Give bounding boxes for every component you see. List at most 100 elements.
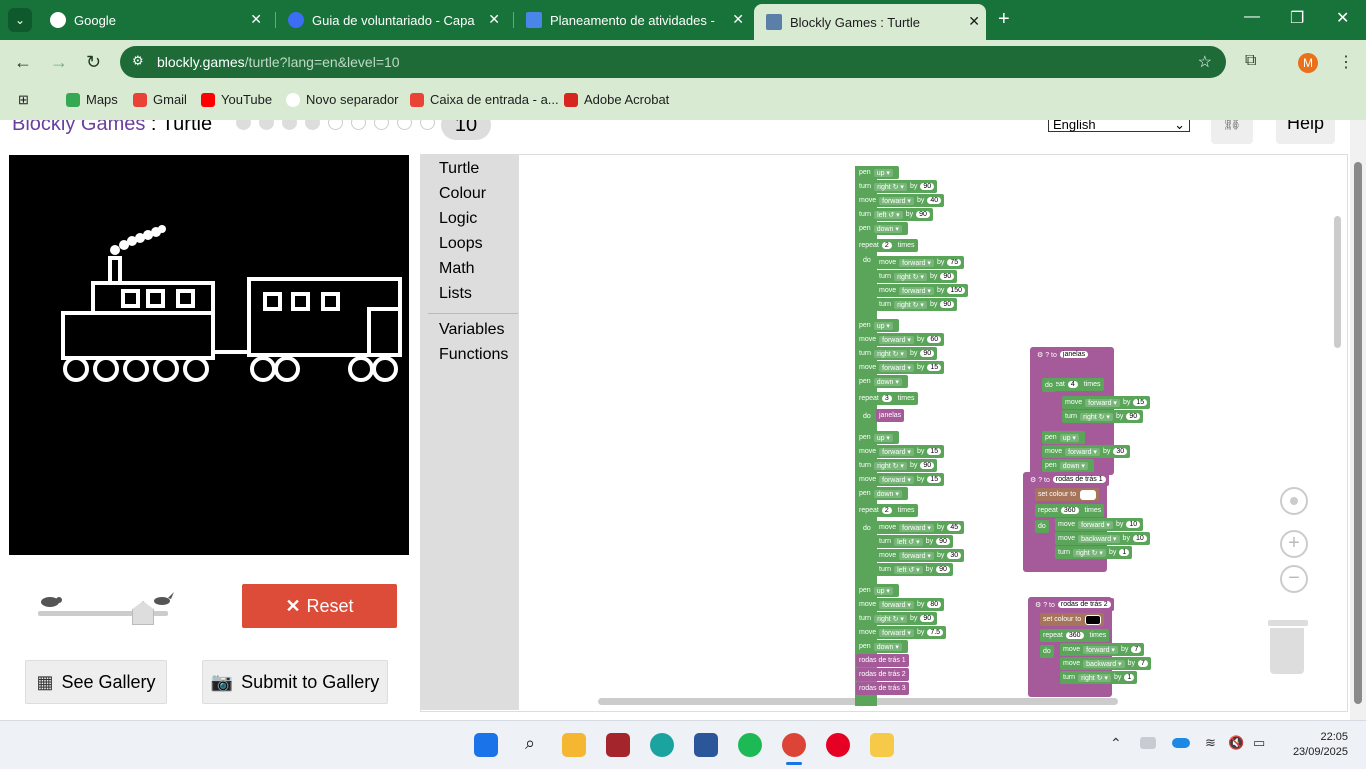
block-dropdown[interactable]: right ↻ ▾ <box>1078 673 1111 682</box>
block-turn[interactable]: turn right ↻ ▾ by 90 <box>876 270 958 283</box>
close-icon[interactable]: ✕ <box>250 11 262 28</box>
search-icon[interactable]: ⌕ <box>518 733 542 757</box>
block-dropdown[interactable]: forward ▾ <box>899 258 934 267</box>
block-rodas-de-trás-3[interactable]: rodas de trás 3 <box>856 682 909 695</box>
block-turn[interactable]: turn left ↺ ▾ by 90 <box>856 208 933 221</box>
bookmark-gmail[interactable]: Gmail <box>133 92 187 107</box>
block-repeat[interactable]: repeat 3 times <box>856 392 918 405</box>
block-number-input[interactable]: 90 <box>920 350 935 357</box>
reload-icon[interactable]: ↻ <box>86 52 101 73</box>
tab-google[interactable]: Google ✕ <box>38 6 268 34</box>
block-number-input[interactable]: 360 <box>1065 632 1084 639</box>
page-scrollbar[interactable] <box>1350 120 1366 720</box>
block-dropdown[interactable]: up ▾ <box>1059 433 1079 442</box>
file-explorer-icon[interactable] <box>562 733 586 757</box>
block-dropdown[interactable]: right ↻ ▾ <box>874 182 907 191</box>
block-number-input[interactable]: 90 <box>920 183 935 190</box>
block-number-input[interactable]: 90 <box>936 566 950 573</box>
block-number-input[interactable]: 1 <box>1124 674 1135 681</box>
block-rodas-de-trás-2[interactable]: rodas de trás 2 <box>856 668 909 681</box>
category-lists[interactable]: Lists <box>439 285 472 303</box>
level-dot[interactable] <box>374 120 389 130</box>
block-move[interactable]: move backward ▾ by 7 <box>1060 657 1151 670</box>
block-move[interactable]: move backward ▾ by 10 <box>1055 532 1150 545</box>
block-dropdown[interactable]: down ▾ <box>1059 461 1088 470</box>
block-set-colour[interactable]: set colour to <box>1040 613 1105 626</box>
block-move[interactable]: move forward ▾ by 150 <box>876 284 969 297</box>
pinterest-icon[interactable] <box>826 733 850 757</box>
block-number-input[interactable]: 45 <box>947 524 962 531</box>
block-repeat[interactable]: repeat 360 times <box>1040 629 1110 642</box>
colour-swatch[interactable] <box>1080 489 1097 500</box>
block-number-input[interactable]: 40 <box>927 197 942 204</box>
app-icon[interactable] <box>606 733 630 757</box>
block-dropdown[interactable]: left ↺ ▾ <box>874 210 903 219</box>
block-number-input[interactable]: 2 <box>881 242 892 249</box>
block-dropdown[interactable]: right ↻ ▾ <box>874 349 907 358</box>
start-icon[interactable] <box>474 733 498 757</box>
submit-gallery-button[interactable]: 📷 Submit to Gallery <box>202 660 388 704</box>
block-move[interactable]: move forward ▾ by 30 <box>1042 445 1131 458</box>
function-name-input[interactable]: rodas de trás 1 <box>1052 476 1106 483</box>
wifi-icon[interactable]: ≋ <box>1205 735 1216 751</box>
block-number-input[interactable]: 150 <box>947 287 966 294</box>
reset-button[interactable]: ✕ Reset <box>242 584 397 628</box>
block-move[interactable]: move forward ▾ by 10 <box>1055 518 1144 531</box>
bookmark-novo-separador[interactable]: Novo separador <box>286 92 399 107</box>
block-number-input[interactable]: 30 <box>1113 448 1128 455</box>
block-dropdown[interactable]: up ▾ <box>873 433 893 442</box>
function-header[interactable]: ⚙ ? to rodas de trás 1 <box>1027 473 1109 486</box>
speed-slider-thumb[interactable] <box>132 601 154 625</box>
block-number-input[interactable]: 90 <box>940 301 955 308</box>
block-move[interactable]: move forward ▾ by 60 <box>856 333 945 346</box>
block-dropdown[interactable]: forward ▾ <box>1065 447 1100 456</box>
bookmark-star-icon[interactable]: ☆ <box>1198 52 1212 72</box>
minimize-icon[interactable]: — <box>1244 8 1260 26</box>
block-number-input[interactable]: 30 <box>947 552 962 559</box>
bookmark-caixa-entrada[interactable]: Caixa de entrada - a... <box>410 92 559 107</box>
tab-guia[interactable]: Guia de voluntariado - Capa de ✕ <box>276 6 506 34</box>
speed-slider[interactable] <box>38 601 168 625</box>
link-button[interactable]: ⛓ <box>1211 120 1253 144</box>
new-tab-button[interactable]: + <box>998 8 1010 31</box>
block-pen[interactable]: pen down ▾ <box>856 487 908 500</box>
block-janelas[interactable]: janelas <box>876 409 905 422</box>
see-gallery-button[interactable]: ▦ See Gallery <box>25 660 167 704</box>
zoom-out-icon[interactable]: − <box>1280 565 1308 593</box>
block-turn[interactable]: turn left ↺ ▾ by 90 <box>876 535 953 548</box>
block-turn[interactable]: turn right ↻ ▾ by 90 <box>856 459 938 472</box>
close-icon[interactable]: ✕ <box>968 13 980 30</box>
spotify-icon[interactable] <box>738 733 762 757</box>
trash-icon[interactable] <box>1268 620 1308 676</box>
bookmark-youtube[interactable]: YouTube <box>201 92 272 107</box>
block-dropdown[interactable]: backward ▾ <box>1078 534 1120 543</box>
block-number-input[interactable]: 1 <box>1119 549 1130 556</box>
block-dropdown[interactable]: forward ▾ <box>879 447 914 456</box>
block-dropdown[interactable]: down ▾ <box>873 377 902 386</box>
block-turn[interactable]: turn right ↻ ▾ by 90 <box>876 298 958 311</box>
level-dot[interactable] <box>420 120 435 130</box>
category-math[interactable]: Math <box>439 260 475 278</box>
block-number-input[interactable]: 90 <box>1126 413 1141 420</box>
block-dropdown[interactable]: forward ▾ <box>899 286 934 295</box>
block-dropdown[interactable]: forward ▾ <box>879 600 914 609</box>
category-loops[interactable]: Loops <box>439 235 483 253</box>
block-rodas-de-trás-1[interactable]: rodas de trás 1 <box>856 654 909 667</box>
category-functions[interactable]: Functions <box>439 346 508 364</box>
block-number-input[interactable]: 4 <box>1067 381 1078 388</box>
block-number-input[interactable]: 90 <box>940 273 955 280</box>
block-dropdown[interactable]: forward ▾ <box>879 475 914 484</box>
block-turn[interactable]: turn right ↻ ▾ by 90 <box>1062 410 1144 423</box>
block-turn[interactable]: turn right ↻ ▾ by 90 <box>856 347 938 360</box>
block-dropdown[interactable]: right ↻ ▾ <box>894 272 927 281</box>
block-number-input[interactable]: 10 <box>1132 535 1147 542</box>
function-header[interactable]: ⚙ ? to rodas de trás 2 <box>1032 598 1114 611</box>
block-number-input[interactable]: 7 <box>1131 646 1142 653</box>
block-move[interactable]: move forward ▾ by 15 <box>856 361 945 374</box>
block-dropdown[interactable]: right ↻ ▾ <box>1080 412 1113 421</box>
level-dot[interactable] <box>351 120 366 130</box>
bookmark-adobe[interactable]: Adobe Acrobat <box>564 92 669 107</box>
category-turtle[interactable]: Turtle <box>439 160 479 178</box>
site-info-icon[interactable]: ⚙ <box>132 53 144 69</box>
python-icon[interactable] <box>870 733 894 757</box>
